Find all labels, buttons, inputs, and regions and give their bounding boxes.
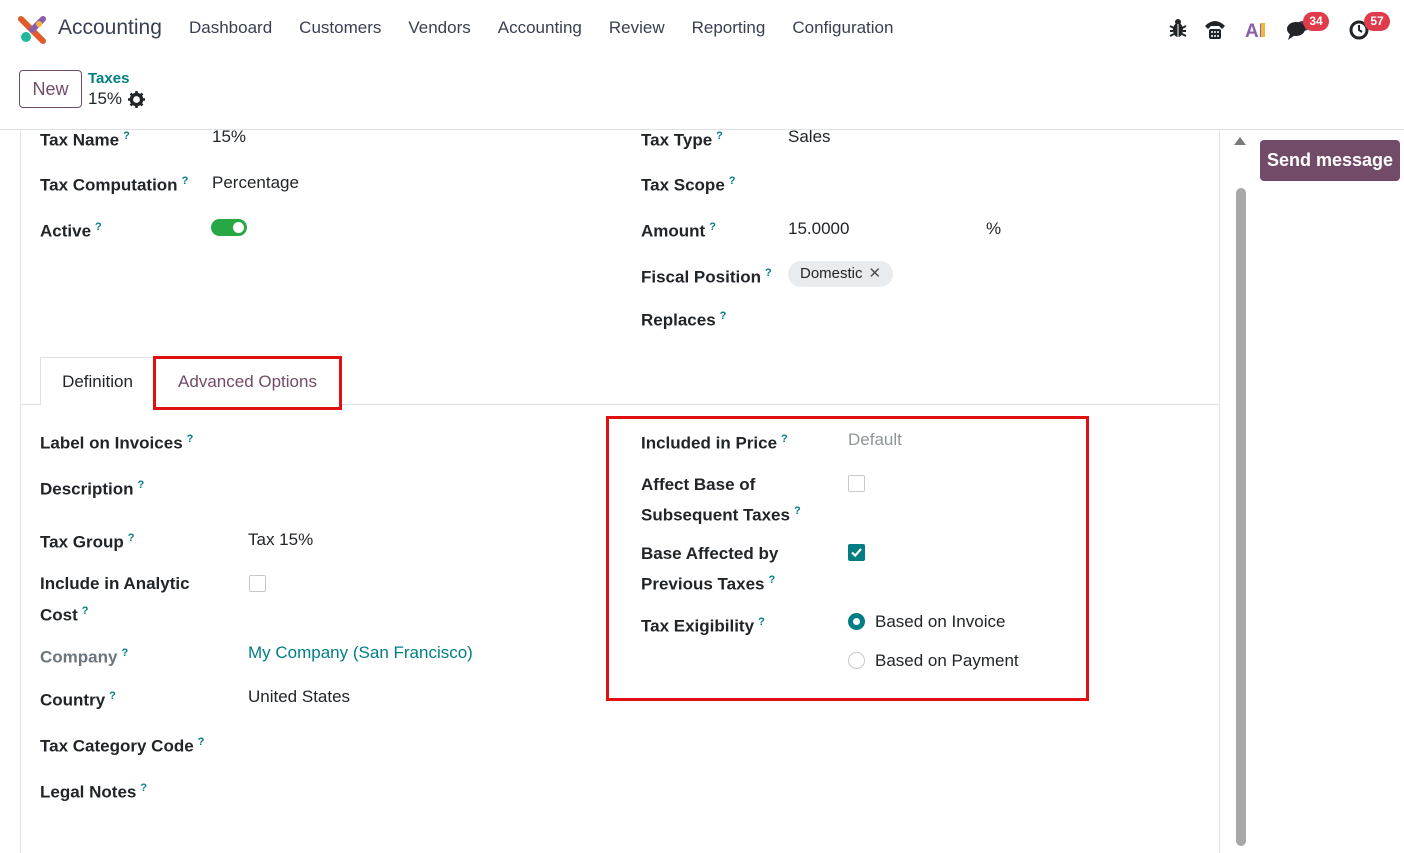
country-label: Country?: [40, 690, 116, 710]
top-navbar: Accounting Dashboard Customers Vendors A…: [0, 0, 1404, 58]
include-analytic-label-line2: Cost?: [40, 605, 89, 625]
description-input[interactable]: [248, 472, 578, 498]
help-tooltip-icon: ?: [140, 782, 148, 794]
amount-input[interactable]: 15.0000: [788, 216, 849, 242]
help-tooltip-icon: ?: [95, 221, 102, 233]
help-tooltip-icon: ?: [137, 479, 145, 491]
help-tooltip-icon: ?: [109, 690, 116, 702]
scroll-up-arrow-icon[interactable]: [1234, 137, 1246, 145]
tax-name-field[interactable]: 15%: [212, 130, 246, 150]
help-tooltip-icon: ?: [186, 433, 194, 445]
label-on-invoices-input[interactable]: [248, 426, 578, 452]
tax-computation-select[interactable]: Percentage: [212, 170, 299, 196]
menu-configuration[interactable]: Configuration: [792, 18, 893, 38]
ai-assistant-icon[interactable]: AI: [1244, 16, 1270, 42]
active-toggle[interactable]: [211, 219, 247, 236]
menu-customers[interactable]: Customers: [299, 18, 381, 38]
help-tooltip-icon: ?: [81, 605, 89, 617]
tax-type-select[interactable]: Sales: [788, 130, 831, 150]
help-tooltip-icon: ?: [121, 647, 129, 659]
tax-group-label: Tax Group?: [40, 532, 135, 552]
breadcrumb-taxes-link[interactable]: Taxes: [88, 70, 129, 87]
country-select[interactable]: United States: [248, 684, 350, 710]
help-tooltip-icon: ?: [197, 736, 205, 748]
menu-reporting[interactable]: Reporting: [692, 18, 766, 38]
menu-vendors[interactable]: Vendors: [408, 18, 470, 38]
menu-dashboard[interactable]: Dashboard: [189, 18, 272, 38]
tax-type-label: Tax Type?: [641, 130, 723, 150]
remove-tag-close-icon[interactable]: ✕: [869, 265, 882, 282]
new-button[interactable]: New: [19, 70, 82, 108]
legal-notes-label: Legal Notes?: [40, 782, 148, 802]
include-analytic-checkbox[interactable]: [249, 575, 266, 592]
help-tooltip-icon: ?: [716, 130, 723, 142]
highlight-box-advanced-fields: [606, 416, 1089, 701]
help-tooltip-icon: ?: [181, 175, 189, 187]
main-menu: Dashboard Customers Vendors Accounting R…: [189, 18, 920, 38]
tax-computation-label: Tax Computation?: [40, 175, 189, 195]
tab-definition[interactable]: Definition: [40, 357, 155, 405]
company-label: Company?: [40, 647, 129, 667]
control-panel: New Taxes 15%: [0, 58, 1404, 130]
breadcrumb-current-record: 15%: [88, 89, 123, 108]
activities-count-badge: 57: [1364, 12, 1390, 31]
help-tooltip-icon: ?: [728, 175, 736, 187]
phone-icon[interactable]: [1203, 16, 1227, 42]
tax-scope-select[interactable]: [788, 168, 1088, 194]
highlight-box-tab: [153, 356, 342, 410]
messages-count-badge: 34: [1303, 12, 1329, 31]
tax-category-code-input[interactable]: [248, 729, 578, 755]
fiscal-position-label: Fiscal Position?: [641, 267, 772, 287]
label-on-invoices-label: Label on Invoices?: [40, 433, 194, 453]
form-sheet: Tax Name? 15% Tax Computation? Percentag…: [20, 130, 1220, 853]
tax-category-code-label: Tax Category Code?: [40, 736, 205, 756]
debug-bug-icon[interactable]: [1168, 16, 1188, 42]
tax-scope-label: Tax Scope?: [641, 175, 736, 195]
company-link[interactable]: My Company (San Francisco): [248, 640, 473, 666]
help-tooltip-icon: ?: [719, 310, 727, 322]
help-tooltip-icon: ?: [709, 221, 716, 233]
send-message-button[interactable]: Send message: [1260, 140, 1400, 181]
fiscal-position-tag: Domestic ✕: [788, 261, 894, 287]
accounting-app-icon[interactable]: [18, 16, 46, 44]
app-name[interactable]: Accounting: [58, 16, 162, 40]
amount-label: Amount?: [641, 221, 716, 241]
help-tooltip-icon: ?: [123, 130, 130, 142]
description-label: Description?: [40, 479, 145, 499]
include-analytic-label-line1: Include in Analytic: [40, 574, 190, 593]
menu-accounting[interactable]: Accounting: [498, 18, 582, 38]
scrollbar-thumb[interactable]: [1236, 188, 1246, 846]
replaces-label: Replaces?: [641, 310, 727, 330]
active-label: Active?: [40, 221, 102, 241]
tax-group-select[interactable]: Tax 15%: [248, 527, 313, 553]
help-tooltip-icon: ?: [764, 267, 772, 279]
help-tooltip-icon: ?: [127, 532, 135, 544]
amount-unit: %: [986, 219, 1002, 238]
legal-notes-input[interactable]: [248, 775, 578, 801]
gear-icon[interactable]: [128, 91, 145, 108]
tax-name-label: Tax Name?: [40, 130, 130, 150]
menu-review[interactable]: Review: [609, 18, 665, 38]
